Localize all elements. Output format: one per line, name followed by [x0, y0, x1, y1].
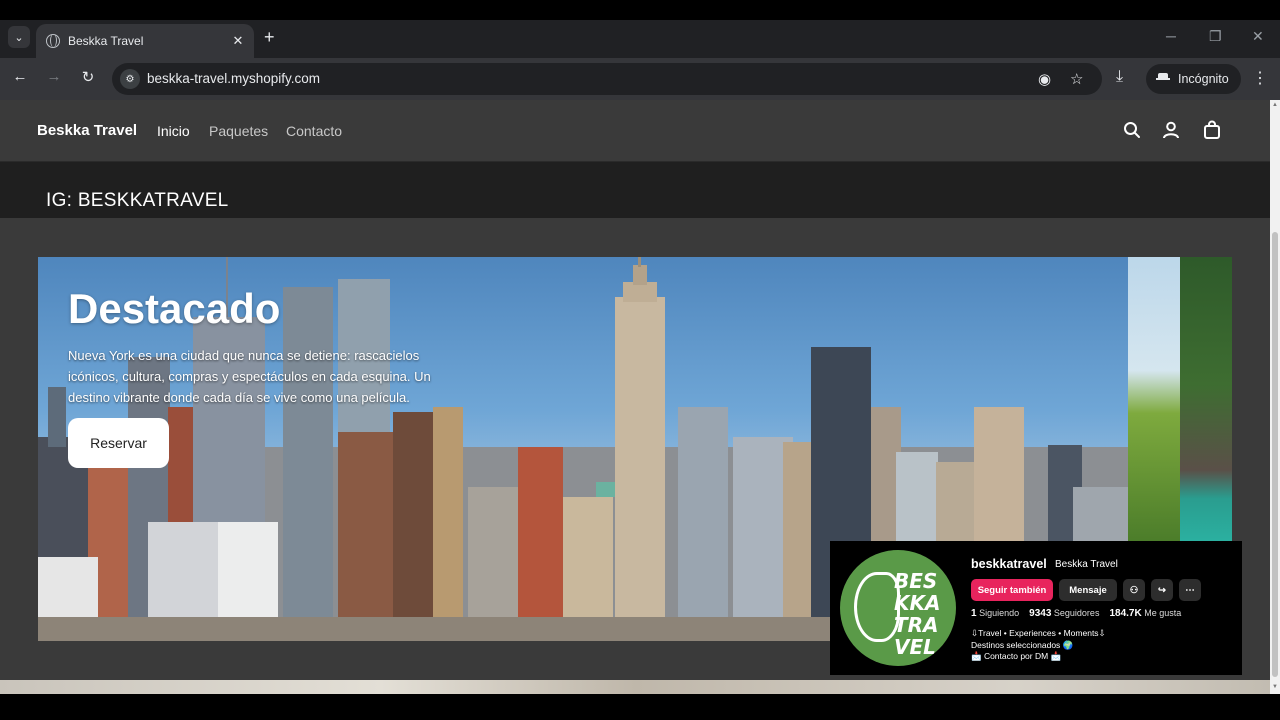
browser-tab[interactable]: Beskka Travel ✕ — [36, 24, 254, 58]
cart-icon[interactable] — [1201, 119, 1223, 141]
tab-search-button[interactable]: ⌄ — [8, 26, 30, 48]
url-text[interactable]: beskka-travel.myshopify.com — [147, 71, 320, 86]
search-icon[interactable] — [1121, 119, 1143, 141]
back-icon[interactable]: ← — [9, 68, 31, 85]
follow-button[interactable]: Seguir también — [971, 579, 1053, 601]
bio-line: ⇩Travel • Experiences • Moments⇩ — [971, 628, 1106, 638]
likes-count: 184.7K — [1109, 608, 1142, 619]
screen-bottom-border — [0, 694, 1280, 720]
instagram-stats: 1 Siguiendo 9343 Seguidores 184.7K Me gu… — [971, 608, 1181, 619]
scrollbar-thumb[interactable] — [1272, 232, 1278, 677]
download-icon[interactable]: ⤓ — [1116, 68, 1123, 86]
bio-line: 📩 Contacto por DM 📩 — [971, 651, 1062, 661]
globe-icon — [46, 34, 60, 48]
hero-description: Nueva York es una ciudad que nunca se de… — [68, 348, 431, 405]
announcement-text: IG: BESKKATRAVEL — [46, 190, 229, 211]
next-section-image — [0, 680, 1270, 694]
tab-close-icon[interactable]: ✕ — [228, 33, 248, 49]
share-icon[interactable]: ↪ — [1151, 579, 1173, 601]
followers-count: 9343 — [1029, 608, 1052, 619]
new-tab-button[interactable]: + — [264, 28, 275, 46]
reload-icon[interactable]: ↻ — [77, 68, 99, 86]
likes-label: Me gusta — [1144, 608, 1182, 618]
more-icon[interactable]: ⋯ — [1179, 579, 1201, 601]
next-slide-preview[interactable] — [1128, 257, 1180, 541]
next-slide-preview-2[interactable] — [1180, 257, 1232, 541]
reserve-button[interactable]: Reservar — [68, 418, 169, 468]
bio-line: Destinos seleccionados 🌍 — [971, 639, 1074, 650]
browser-toolbar: ← → ↻ ⚙ beskka-travel.myshopify.com ◉ ☆ … — [0, 58, 1280, 100]
browser-tab-bar: ⌄ Beskka Travel ✕ + ─ ❐ ✕ — [0, 20, 1280, 58]
eye-off-icon[interactable]: ◉ — [1038, 70, 1051, 88]
page-scrollbar[interactable]: ▲ ▼ — [1270, 100, 1280, 694]
minimize-icon[interactable]: ─ — [1166, 28, 1176, 44]
scroll-up-icon[interactable]: ▲ — [1272, 102, 1278, 108]
nav-inicio[interactable]: Inicio — [157, 123, 190, 139]
instagram-avatar: BES KKA TRA VEL — [840, 550, 956, 666]
address-bar[interactable]: ⚙ beskka-travel.myshopify.com ◉ ☆ — [112, 63, 1102, 95]
nav-contacto[interactable]: Contacto — [286, 123, 342, 139]
instagram-profile-card: BES KKA TRA VEL beskkatravel Beskka Trav… — [830, 541, 1242, 675]
nav-paquetes[interactable]: Paquetes — [209, 123, 268, 139]
following-label: Siguiendo — [979, 608, 1020, 618]
announcement-bar: IG: BESKKATRAVEL — [0, 162, 1270, 218]
add-user-icon[interactable]: ⚇ — [1123, 579, 1145, 601]
incognito-label: Incógnito — [1178, 72, 1229, 86]
bookmark-star-icon[interactable]: ☆ — [1070, 70, 1083, 88]
screen-top-border — [0, 0, 1280, 20]
forward-icon[interactable]: → — [43, 68, 65, 85]
followers-label: Seguidores — [1053, 608, 1100, 618]
tab-title: Beskka Travel — [68, 34, 144, 48]
instagram-display-name: Beskka Travel — [1055, 559, 1118, 570]
avatar-logo-text: BES KKA TRA VEL — [894, 569, 941, 659]
site-info-icon[interactable]: ⚙ — [120, 69, 140, 89]
incognito-icon — [1156, 73, 1170, 85]
hero-title: Destacado — [68, 285, 281, 332]
following-count: 1 — [971, 608, 977, 619]
message-button[interactable]: Mensaje — [1059, 579, 1117, 601]
browser-menu-icon[interactable]: ⋮ — [1252, 68, 1268, 88]
scroll-down-icon[interactable]: ▼ — [1272, 684, 1278, 690]
restore-icon[interactable]: ❐ — [1209, 28, 1222, 45]
site-logo[interactable]: Beskka Travel — [37, 122, 137, 139]
instagram-bio: ⇩Travel • Experiences • Moments⇩ Destino… — [971, 628, 1106, 663]
site-header: Beskka Travel Inicio Paquetes Contacto — [0, 100, 1270, 162]
instagram-username: beskkatravel — [971, 557, 1047, 571]
account-icon[interactable] — [1160, 119, 1182, 141]
incognito-badge[interactable]: Incógnito — [1146, 64, 1241, 94]
close-window-icon[interactable]: ✕ — [1252, 28, 1264, 45]
